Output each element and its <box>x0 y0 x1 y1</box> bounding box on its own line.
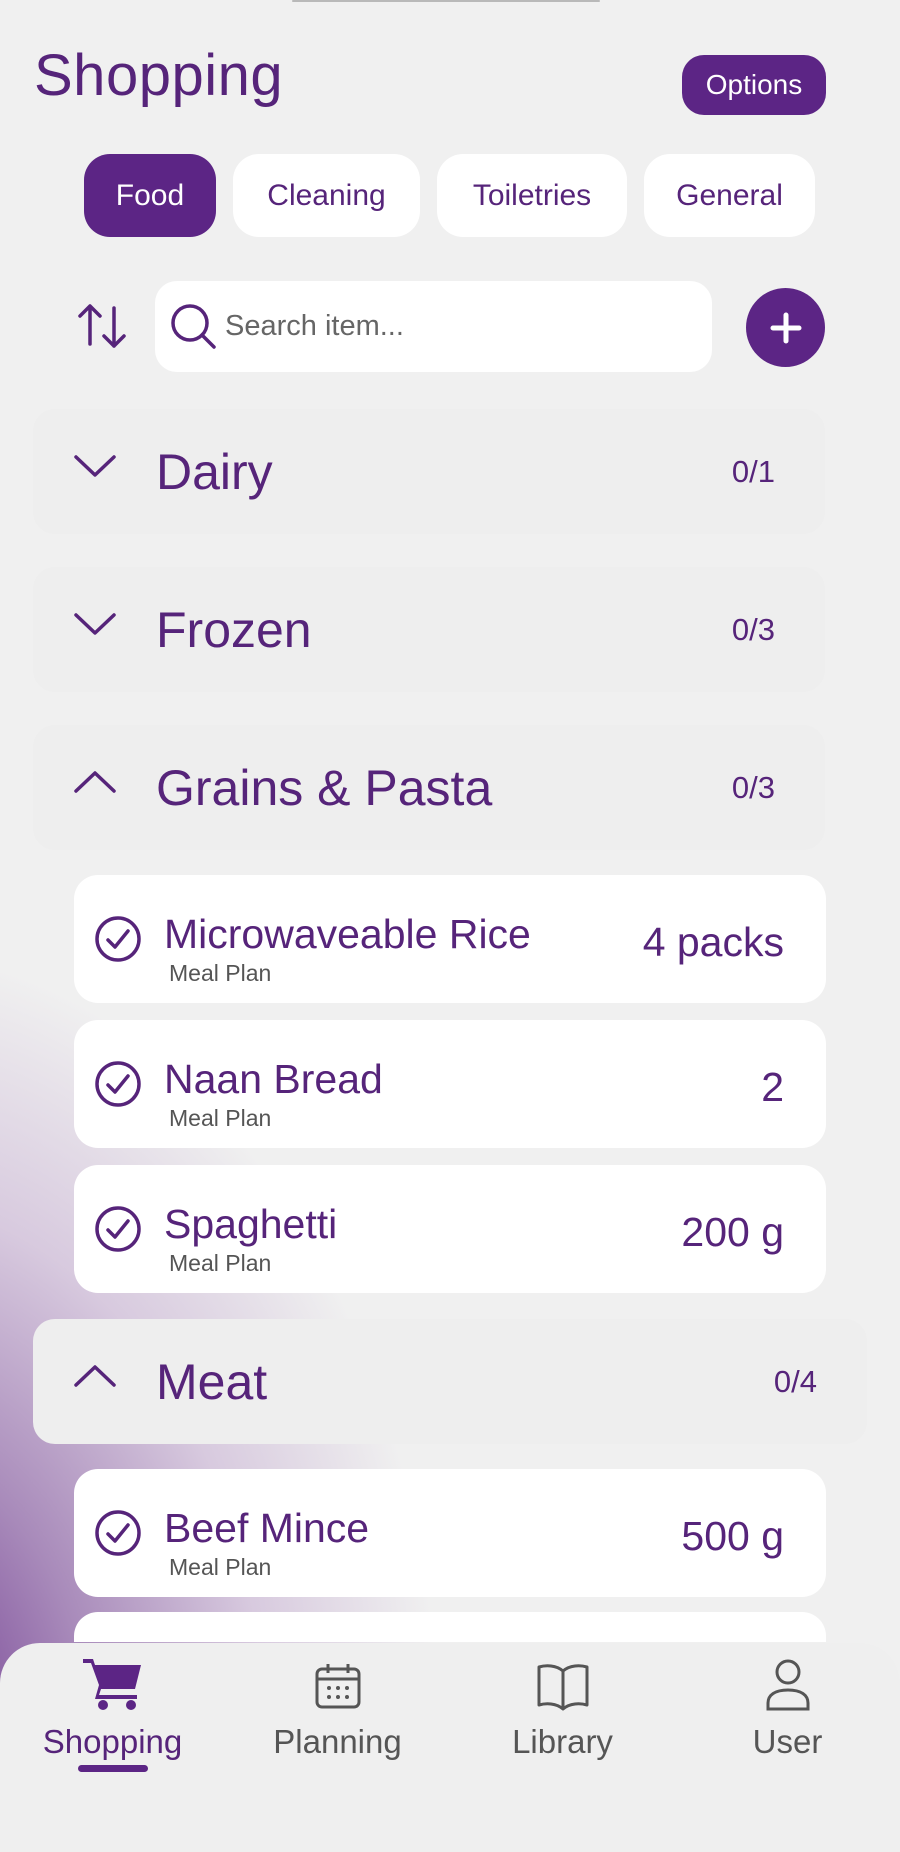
list-item[interactable]: Naan Bread Meal Plan 2 <box>74 1020 826 1148</box>
nav-library[interactable]: Library <box>450 1643 675 1803</box>
category-frozen[interactable]: Frozen 0/3 <box>33 567 825 692</box>
item-quantity: 2 <box>761 1064 784 1110</box>
list-item[interactable]: Microwaveable Rice Meal Plan 4 packs <box>74 875 826 1003</box>
check-circle-icon[interactable] <box>94 1060 142 1108</box>
list-item-partial[interactable] <box>74 1612 826 1642</box>
category-dairy[interactable]: Dairy 0/1 <box>33 409 825 534</box>
category-tabs: Food Cleaning Toiletries General <box>84 154 815 237</box>
tab-cleaning[interactable]: Cleaning <box>233 154 420 237</box>
user-icon <box>766 1659 809 1711</box>
tab-toiletries[interactable]: Toiletries <box>437 154 627 237</box>
item-name: Beef Mince <box>164 1505 370 1551</box>
category-count: 0/4 <box>773 1363 817 1399</box>
category-name: Meat <box>156 1353 268 1410</box>
page-title: Shopping <box>34 43 284 108</box>
chevron-up-icon <box>74 1365 116 1387</box>
category-count: 0/1 <box>731 453 775 489</box>
sort-icon[interactable] <box>76 300 128 352</box>
item-source: Meal Plan <box>169 1250 272 1276</box>
item-quantity: 500 g <box>681 1513 784 1559</box>
check-circle-icon[interactable] <box>94 1205 142 1253</box>
category-count: 0/3 <box>731 611 775 647</box>
tab-general[interactable]: General <box>644 154 815 237</box>
chevron-down-icon <box>74 613 116 635</box>
drag-handle[interactable] <box>292 0 600 2</box>
plus-icon <box>770 312 801 343</box>
item-source: Meal Plan <box>169 1105 272 1131</box>
chevron-up-icon <box>74 771 116 793</box>
search-icon <box>171 303 216 349</box>
item-name: Microwaveable Rice <box>164 911 531 957</box>
nav-label: Planning <box>273 1723 402 1760</box>
nav-user[interactable]: User <box>675 1643 900 1803</box>
options-button[interactable]: Options <box>682 55 826 115</box>
item-quantity: 200 g <box>681 1209 784 1255</box>
item-source: Meal Plan <box>169 960 272 986</box>
active-indicator <box>78 1765 148 1772</box>
book-icon <box>537 1664 588 1711</box>
category-name: Dairy <box>156 443 273 500</box>
nav-planning[interactable]: Planning <box>225 1643 450 1803</box>
nav-label: Shopping <box>42 1723 183 1760</box>
category-name: Frozen <box>156 601 312 658</box>
list-item[interactable]: Spaghetti Meal Plan 200 g <box>74 1165 826 1293</box>
tab-food[interactable]: Food <box>84 154 216 237</box>
check-circle-icon[interactable] <box>94 915 142 963</box>
search-field[interactable] <box>155 281 712 372</box>
check-circle-icon[interactable] <box>94 1509 142 1557</box>
search-input[interactable] <box>225 310 705 343</box>
list-item[interactable]: Beef Mince Meal Plan 500 g <box>74 1469 826 1597</box>
category-name: Grains & Pasta <box>156 759 493 816</box>
item-name: Spaghetti <box>164 1201 338 1247</box>
cart-icon <box>82 1659 141 1710</box>
nav-shopping[interactable]: Shopping <box>0 1643 225 1803</box>
category-meat[interactable]: Meat 0/4 <box>33 1319 867 1444</box>
category-grains-pasta[interactable]: Grains & Pasta 0/3 <box>33 725 825 850</box>
category-count: 0/3 <box>731 769 775 805</box>
chevron-down-icon <box>74 455 116 477</box>
item-source: Meal Plan <box>169 1554 272 1580</box>
bottom-navigation: Shopping Planning Library User <box>0 1643 900 1852</box>
item-quantity: 4 packs <box>642 919 784 965</box>
item-name: Naan Bread <box>164 1056 383 1102</box>
add-item-button[interactable] <box>746 288 825 367</box>
nav-label: User <box>752 1723 823 1760</box>
calendar-icon <box>315 1664 360 1709</box>
nav-label: Library <box>512 1723 613 1760</box>
